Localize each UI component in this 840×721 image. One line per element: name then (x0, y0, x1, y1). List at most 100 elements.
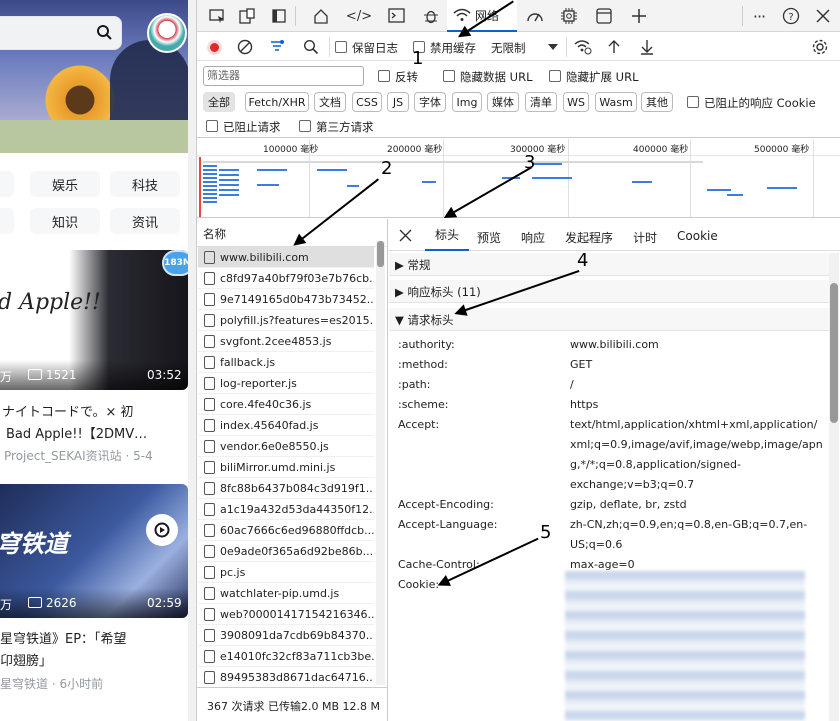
dock-side-icon[interactable] (267, 4, 291, 28)
type-filter-wasm[interactable]: Wasm (595, 92, 637, 112)
type-filter-font[interactable]: 字体 (414, 92, 446, 112)
preserve-log-checkbox[interactable] (335, 41, 347, 53)
tab-console-icon[interactable] (385, 4, 409, 28)
file-icon (204, 649, 215, 663)
network-settings-gear-icon[interactable] (811, 38, 829, 56)
type-filter-js[interactable]: JS (387, 92, 409, 112)
document-icon (204, 250, 215, 264)
inspect-icon[interactable] (205, 4, 229, 28)
category-chip-partial[interactable] (0, 171, 14, 197)
video-author[interactable]: Project_SEKAI资讯站 · 5-4 (4, 447, 153, 464)
help-icon[interactable]: ? (779, 4, 803, 28)
request-row[interactable]: core.4fe40c36.js (198, 394, 374, 415)
video-author[interactable]: 星穹铁道 · 6小时前 (0, 675, 103, 692)
detail-tab-cookies[interactable]: Cookie (677, 229, 718, 243)
type-filter-manifest[interactable]: 清单 (525, 92, 557, 112)
request-row[interactable]: fallback.js (198, 352, 374, 373)
request-row[interactable]: watchlater-pip.umd.js (198, 583, 374, 604)
video-title[interactable]: Bad Apple!!【2DMV… (6, 423, 147, 442)
request-row[interactable]: e14010fc32cf83a711cb3be... (198, 646, 374, 667)
request-row[interactable]: c8fd97a40bf79f03e7b76cb... (198, 268, 374, 289)
request-row[interactable]: 89495383d8671dac64716... (198, 667, 374, 688)
hide-extension-url-checkbox[interactable] (549, 70, 561, 82)
video-title[interactable]: 卬翅膀」 (0, 650, 52, 669)
request-row[interactable]: 3908091da7cdb69b84370... (198, 625, 374, 646)
close-devtools-icon[interactable] (811, 4, 835, 28)
page-scrollbar[interactable] (188, 0, 196, 721)
request-row[interactable]: pc.js (198, 562, 374, 583)
type-filter-other[interactable]: 其他 (641, 92, 673, 112)
file-icon (204, 481, 215, 495)
tab-performance-icon[interactable] (523, 4, 547, 28)
request-row[interactable]: 60ac7666c6ed96880ffdcb... (198, 520, 374, 541)
request-row[interactable]: web?00001417154216346... (198, 604, 374, 625)
request-row[interactable]: 9e7149165d0b473b73452... (198, 289, 374, 310)
video-title[interactable]: ナイトコードで。× 初 (2, 401, 134, 420)
throttling-select[interactable]: 无限制 (491, 40, 526, 56)
detail-tab-headers[interactable]: 标头 (425, 219, 469, 251)
blocked-requests-checkbox[interactable] (206, 120, 218, 132)
tab-application-icon[interactable] (592, 4, 616, 28)
type-filter-media[interactable]: 媒体 (487, 92, 519, 112)
list-scrollbar[interactable] (376, 241, 385, 685)
third-party-checkbox[interactable] (299, 120, 311, 132)
chevron-down-icon[interactable] (548, 44, 558, 50)
request-row[interactable]: 8fc88b6437b084c3d919f1... (198, 478, 374, 499)
detail-tab-initiator[interactable]: 发起程序 (565, 229, 613, 246)
hide-data-url-checkbox[interactable] (443, 70, 455, 82)
network-overview-timeline[interactable]: 100000 毫秒 200000 毫秒 300000 毫秒 400000 毫秒 … (197, 139, 840, 218)
detail-tab-response[interactable]: 响应 (521, 229, 545, 246)
video-title[interactable]: 星穹铁道》EP：「希望 (0, 628, 127, 647)
request-row[interactable]: polyfill.js?features=es2015... (198, 310, 374, 331)
category-chip[interactable]: 知识 (30, 208, 100, 234)
close-detail-icon[interactable] (399, 229, 412, 242)
hide-data-url-label: 隐藏数据 URL (460, 70, 533, 84)
invert-checkbox[interactable] (378, 70, 390, 82)
tab-sources-bug-icon[interactable] (419, 4, 443, 28)
request-row[interactable]: biliMirror.umd.mini.js (198, 457, 374, 478)
section-general[interactable]: ▶ 常规 (389, 253, 829, 276)
clear-icon[interactable] (237, 39, 253, 55)
category-chip[interactable]: 资讯 (110, 208, 180, 234)
type-filter-css[interactable]: CSS (352, 92, 382, 112)
request-row[interactable]: a1c19a432d53da44350f12... (198, 499, 374, 520)
tab-memory-chip-icon[interactable] (557, 4, 581, 28)
request-row[interactable]: log-reporter.js (198, 373, 374, 394)
avatar[interactable] (147, 13, 187, 53)
request-row[interactable]: vendor.6e0e8550.js (198, 436, 374, 457)
import-har-icon[interactable] (607, 39, 621, 55)
tab-elements-icon[interactable]: </> (346, 4, 372, 28)
type-filter-all[interactable]: 全部 (203, 92, 235, 112)
filter-input[interactable]: 筛选器 (203, 66, 364, 86)
request-row[interactable]: www.bilibili.com (198, 247, 374, 268)
type-filter-doc[interactable]: 文档 (314, 92, 346, 112)
category-chip-partial[interactable] (0, 208, 14, 234)
detail-tab-timing[interactable]: 计时 (633, 229, 657, 246)
type-filter-fetch-xhr[interactable]: Fetch/XHR (245, 92, 309, 112)
request-row[interactable]: index.45640fad.js (198, 415, 374, 436)
search-icon[interactable] (303, 39, 319, 55)
request-row[interactable]: 0e9ade0f365a6d92be86b... (198, 541, 374, 562)
category-chip[interactable]: 娱乐 (30, 171, 100, 197)
more-options-icon[interactable]: ··· (747, 4, 771, 28)
type-filter-img[interactable]: Img (452, 92, 482, 112)
export-har-icon[interactable] (640, 39, 654, 55)
replay-icon[interactable] (146, 514, 178, 546)
blocked-response-cookies-checkbox[interactable] (687, 96, 699, 108)
device-emulation-icon[interactable] (235, 4, 259, 28)
request-row[interactable]: svgfont.2cee4853.js (198, 331, 374, 352)
category-chip[interactable]: 科技 (110, 171, 180, 197)
timeline-tick: 500000 毫秒 (754, 145, 810, 155)
annotation-number-1: 1 (412, 48, 424, 69)
section-response-headers[interactable]: ▶ 响应标头 (11) (389, 280, 829, 303)
detail-tab-preview[interactable]: 预览 (477, 229, 501, 246)
type-filter-ws[interactable]: WS (563, 92, 589, 112)
detail-scrollbar[interactable] (829, 253, 839, 721)
filter-icon[interactable] (269, 39, 285, 55)
tab-welcome-home-icon[interactable] (309, 4, 333, 28)
more-tabs-plus-icon[interactable] (627, 4, 651, 28)
record-stop-button[interactable] (207, 40, 222, 55)
name-column-header[interactable]: 名称 (203, 226, 226, 242)
network-conditions-icon[interactable] (574, 39, 592, 55)
search-icon[interactable] (96, 24, 112, 40)
